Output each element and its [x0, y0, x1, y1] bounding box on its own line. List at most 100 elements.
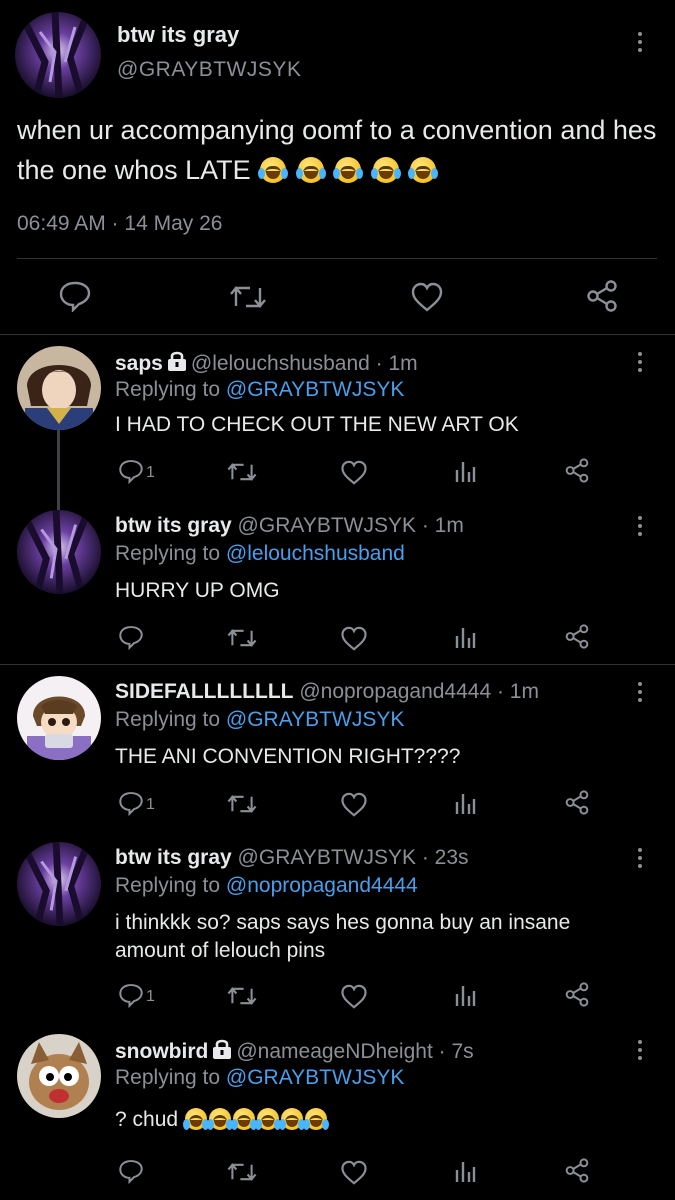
retweet-icon[interactable] — [226, 626, 258, 650]
reply-tweet[interactable]: SIDEFALLLLLLLL @nopropagand4444 · 1m Rep… — [0, 666, 675, 828]
crying-emoji — [278, 1108, 305, 1130]
reply-actions — [0, 1156, 675, 1186]
reply-text: I HAD TO CHECK OUT THE NEW ART OK — [115, 413, 519, 436]
analytics-icon[interactable] — [454, 458, 476, 484]
tweet-text: when ur accompanying oomf to a conventio… — [17, 110, 667, 190]
more-options-icon[interactable] — [636, 680, 644, 704]
analytics-icon[interactable] — [454, 790, 476, 816]
reply-header: SIDEFALLLLLLLL @nopropagand4444 · 1m — [115, 680, 539, 704]
user-handle[interactable]: @GRAYBTWJSYK — [117, 58, 301, 82]
like-icon[interactable] — [340, 460, 368, 485]
crying-emoji — [182, 1108, 209, 1130]
reply-header: btw its gray @GRAYBTWJSYK · 1m — [115, 514, 464, 538]
avatar[interactable] — [17, 676, 101, 760]
display-name[interactable]: SIDEFALLLLLLLL — [115, 680, 293, 703]
reply-icon[interactable] — [118, 624, 144, 650]
share-icon[interactable] — [564, 624, 590, 649]
retweet-icon[interactable] — [226, 984, 258, 1008]
mention-link[interactable]: @GRAYBTWJSYK — [226, 378, 404, 401]
like-icon[interactable] — [340, 984, 368, 1009]
like-icon[interactable] — [340, 626, 368, 651]
analytics-icon[interactable] — [454, 982, 476, 1008]
avatar[interactable] — [15, 12, 101, 98]
reply-actions: 1 — [0, 456, 675, 486]
reply-header: btw its gray @GRAYBTWJSYK · 23s — [115, 846, 469, 870]
crying-emoji — [206, 1108, 233, 1130]
lock-icon — [167, 350, 187, 378]
reply-icon[interactable] — [118, 790, 144, 816]
display-name[interactable]: btw its gray — [117, 22, 239, 48]
reply-icon[interactable] — [118, 458, 144, 484]
retweet-icon[interactable] — [228, 282, 268, 312]
replying-to: Replying to @GRAYBTWJSYK — [115, 708, 404, 732]
more-options-icon[interactable] — [636, 1038, 644, 1062]
reply-count: 1 — [146, 464, 155, 481]
share-icon[interactable] — [564, 458, 590, 483]
avatar[interactable] — [17, 346, 101, 430]
avatar[interactable] — [17, 510, 101, 594]
reply-count: 1 — [146, 988, 155, 1005]
handle-and-time[interactable]: @GRAYBTWJSYK · 1m — [238, 514, 464, 537]
reply-actions — [0, 622, 675, 652]
tears-of-joy-emoji — [408, 157, 439, 183]
retweet-icon[interactable] — [226, 792, 258, 816]
reply-text-body: ? chud — [115, 1108, 179, 1131]
replying-to: Replying to @nopropagand4444 — [115, 874, 418, 898]
handle-and-time[interactable]: @GRAYBTWJSYK · 23s — [238, 846, 469, 869]
tears-of-joy-emoji — [370, 157, 401, 183]
share-icon[interactable] — [585, 280, 619, 312]
like-icon[interactable] — [340, 792, 368, 817]
replying-label: Replying to — [115, 378, 221, 401]
like-icon[interactable] — [410, 282, 444, 312]
tears-of-joy-emoji — [258, 157, 289, 183]
analytics-icon[interactable] — [454, 624, 476, 650]
handle-and-time[interactable]: @nopropagand4444 · 1m — [299, 680, 539, 703]
display-name[interactable]: btw its gray — [115, 514, 232, 537]
display-name[interactable]: saps — [115, 352, 163, 375]
analytics-icon[interactable] — [454, 1158, 476, 1184]
replying-label: Replying to — [115, 874, 221, 897]
display-name[interactable]: btw its gray — [115, 846, 232, 869]
avatar[interactable] — [17, 1034, 101, 1118]
main-tweet: btw its gray @GRAYBTWJSYK when ur accomp… — [0, 0, 675, 335]
tweet-actions — [0, 268, 675, 318]
replying-to: Replying to @GRAYBTWJSYK — [115, 378, 404, 402]
like-icon[interactable] — [340, 1160, 368, 1185]
display-name[interactable]: snowbird — [115, 1040, 208, 1063]
more-options-icon[interactable] — [636, 846, 644, 870]
reply-count: 1 — [146, 796, 155, 813]
more-options-icon[interactable] — [636, 350, 644, 374]
tears-of-joy-emoji — [333, 157, 364, 183]
reply-header: snowbird @nameageNDheight · 7s — [115, 1038, 474, 1066]
share-icon[interactable] — [564, 1158, 590, 1183]
mention-link[interactable]: @GRAYBTWJSYK — [226, 1066, 404, 1089]
reply-tweet[interactable]: btw its gray @GRAYBTWJSYK · 1m Replying … — [0, 500, 675, 662]
handle-and-time[interactable]: @lelouchshusband · 1m — [191, 352, 418, 375]
reply-header: saps @lelouchshusband · 1m — [115, 350, 418, 378]
reply-text-line: amount of lelouch pins — [115, 939, 326, 962]
crying-emoji — [302, 1108, 329, 1130]
tweet-timestamp: 06:49 AM · 14 May 26 — [17, 212, 223, 235]
mention-link[interactable]: @nopropagand4444 — [226, 874, 418, 897]
share-icon[interactable] — [564, 982, 590, 1007]
reply-tweet[interactable]: snowbird @nameageNDheight · 7s Replying t… — [0, 1024, 675, 1200]
reply-tweet[interactable]: saps @lelouchshusband · 1m Replying to @G… — [0, 336, 675, 496]
retweet-icon[interactable] — [226, 1160, 258, 1184]
more-options-icon[interactable] — [636, 514, 644, 538]
reply-icon[interactable] — [118, 1158, 144, 1184]
avatar[interactable] — [17, 842, 101, 926]
reply-tweet[interactable]: btw its gray @GRAYBTWJSYK · 23s Replying… — [0, 832, 675, 1022]
reply-text: HURRY UP OMG — [115, 579, 280, 602]
retweet-icon[interactable] — [226, 460, 258, 484]
reply-text: i thinkkk so? saps says hes gonna buy an… — [115, 909, 655, 965]
reply-icon[interactable] — [118, 982, 144, 1008]
tears-of-joy-emoji — [295, 157, 326, 183]
reply-actions: 1 — [0, 788, 675, 818]
share-icon[interactable] — [564, 790, 590, 815]
replying-label: Replying to — [115, 708, 221, 731]
mention-link[interactable]: @lelouchshusband — [226, 542, 405, 565]
more-options-icon[interactable] — [636, 30, 644, 54]
handle-and-time[interactable]: @nameageNDheight · 7s — [236, 1040, 473, 1063]
reply-icon[interactable] — [58, 280, 92, 312]
mention-link[interactable]: @GRAYBTWJSYK — [226, 708, 404, 731]
